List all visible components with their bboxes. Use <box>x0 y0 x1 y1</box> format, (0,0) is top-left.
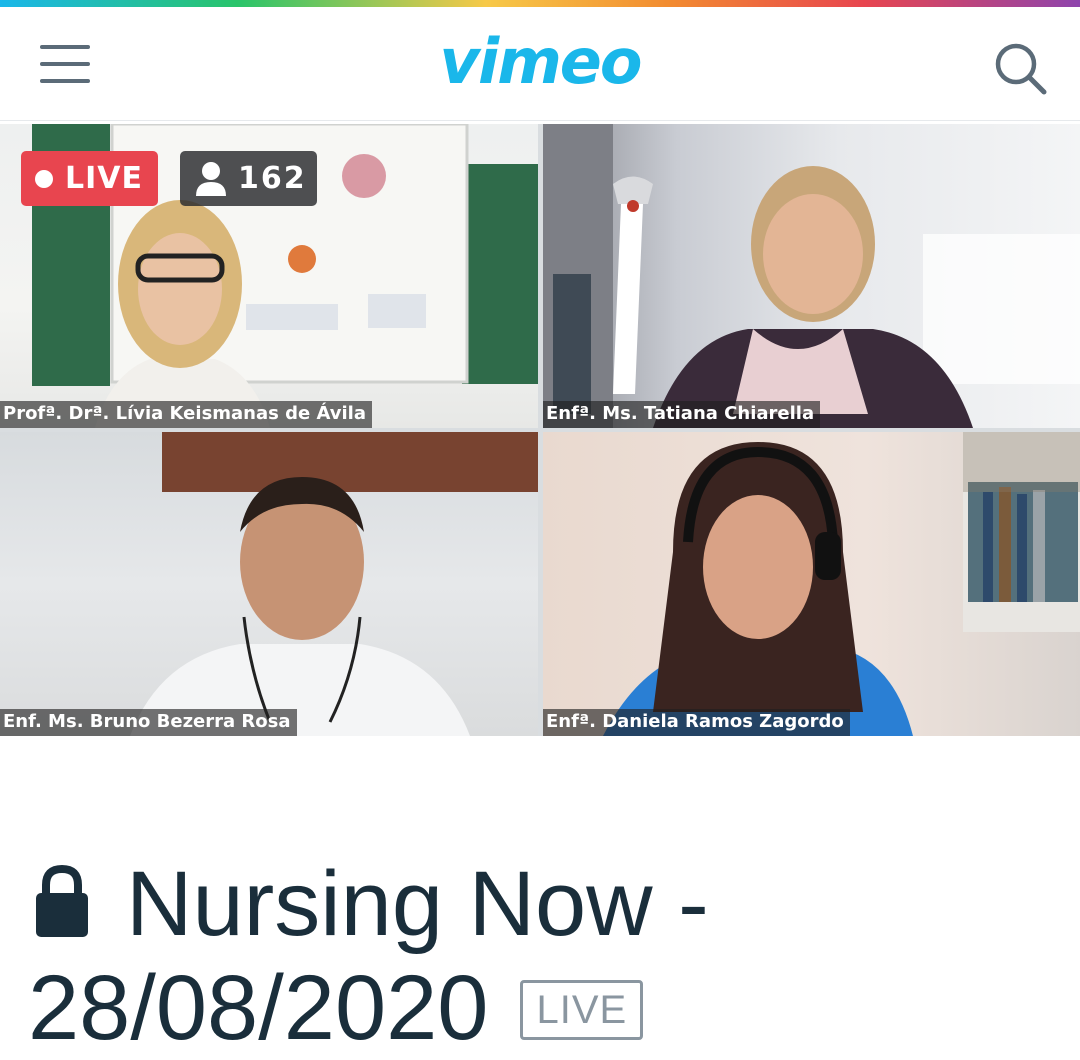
participant-video-frame <box>603 432 1080 736</box>
participant-tile: Enfª. Daniela Ramos Zagordo <box>543 432 1080 736</box>
rainbow-stripe <box>0 0 1080 7</box>
title-live-badge: LIVE <box>520 979 644 1040</box>
viewer-count: 162 <box>238 161 307 196</box>
participant-name: Enfª. Daniela Ramos Zagordo <box>543 709 850 736</box>
search-icon[interactable] <box>993 41 1049 97</box>
live-badge: LIVE <box>21 151 158 206</box>
participant-video-frame <box>130 432 538 736</box>
participant-tile: Enfª. Ms. Tatiana Chiarella <box>543 124 1080 428</box>
live-label: LIVE <box>65 161 143 196</box>
top-bar: vimeo <box>0 7 1080 121</box>
viewer-count-badge: 162 <box>180 151 317 206</box>
person-icon <box>196 161 226 196</box>
live-dot-icon <box>35 169 53 188</box>
participant-tile: Enf. Ms. Bruno Bezerra Rosa <box>0 432 538 736</box>
participant-name: Profª. Drª. Lívia Keismanas de Ávila <box>0 401 372 428</box>
video-title-block: Nursing Now - 28/08/2020 LIVE <box>28 852 1058 1060</box>
participant-name: Enf. Ms. Bruno Bezerra Rosa <box>0 709 297 736</box>
video-player[interactable]: LIVE 162 Profª. Drª. Lívia Keismanas de … <box>0 124 1080 736</box>
participant-name: Enfª. Ms. Tatiana Chiarella <box>543 401 821 428</box>
participant-video-frame <box>543 124 1080 428</box>
lock-icon <box>36 864 88 937</box>
vimeo-logo[interactable]: vimeo <box>0 17 1080 107</box>
participant-tile: LIVE 162 Profª. Drª. Lívia Keismanas de … <box>0 124 538 428</box>
